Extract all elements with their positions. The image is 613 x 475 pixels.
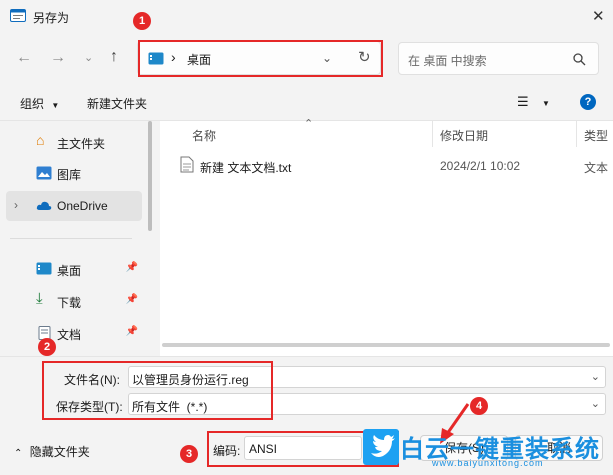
new-folder-button[interactable]: 新建文件夹	[87, 95, 147, 112]
annotation-box-address	[138, 40, 383, 77]
annotation-badge-1: 1	[133, 12, 151, 30]
desktop-icon	[36, 262, 52, 275]
pin-icon: 📌	[125, 294, 138, 305]
cloud-icon	[36, 201, 52, 210]
gallery-icon	[36, 166, 52, 180]
chevron-down-icon[interactable]: ⌄	[591, 397, 600, 410]
watermark-logo	[363, 429, 399, 465]
hide-folders-label: 隐藏文件夹	[29, 445, 90, 459]
sidebar-item-label: 桌面	[57, 264, 82, 278]
expand-chevron-icon[interactable]: ›	[14, 198, 18, 212]
sidebar-item-label: 图库	[57, 168, 82, 182]
sidebar-item-documents[interactable]: 文档 📌	[6, 318, 142, 348]
column-header-type[interactable]: 类型	[584, 127, 608, 144]
list-view-icon: ☰	[517, 94, 529, 109]
sidebar-item-label: 文档	[57, 328, 82, 342]
watermark-url: www.baiyunxitong.com	[432, 458, 544, 468]
hide-folders-toggle[interactable]: ⌃ 隐藏文件夹	[14, 443, 90, 460]
organize-label: 组织	[20, 97, 45, 111]
sidebar-item-label: 主文件夹	[57, 137, 106, 151]
sidebar-item-gallery[interactable]: 图库	[6, 158, 142, 188]
pin-icon: 📌	[125, 326, 138, 337]
bird-icon	[371, 435, 395, 457]
search-icon	[573, 53, 586, 66]
close-icon[interactable]: ✕	[592, 7, 605, 25]
column-divider	[432, 121, 433, 147]
sidebar-item-onedrive[interactable]: › OneDrive	[6, 191, 142, 221]
chevron-up-icon: ⌃	[14, 448, 23, 459]
search-box[interactable]: 在 桌面 中搜索	[398, 42, 599, 75]
forward-icon[interactable]: →	[50, 49, 66, 67]
sidebar-item-label: 下载	[57, 296, 82, 310]
home-icon: ⌂	[36, 132, 45, 148]
sidebar-item-label: OneDrive	[57, 199, 108, 213]
back-icon[interactable]: ←	[16, 49, 32, 67]
file-modified: 2024/2/1 10:02	[440, 159, 521, 173]
download-icon: ⤓	[36, 290, 43, 307]
file-type: 文本	[584, 161, 609, 175]
recent-locations-chevron-icon[interactable]: ⌄	[84, 51, 93, 64]
caret-down-icon: ▼	[542, 99, 550, 108]
window-title: 另存为	[33, 11, 70, 25]
file-list: ⌃ 名称 修改日期 类型 新建 文本文档.txt 2024/2/1 10:02 …	[160, 118, 613, 356]
annotation-box-form	[42, 361, 273, 420]
column-header-modified[interactable]: 修改日期	[440, 127, 488, 144]
sort-ascending-icon: ⌃	[304, 118, 314, 130]
sidebar-item-desktop[interactable]: 桌面 📌	[6, 254, 142, 284]
table-row[interactable]: 新建 文本文档.txt 2024/2/1 10:02 文本	[160, 153, 613, 177]
navigation-pane: ⌂ 主文件夹 图库 › OneDrive 桌面 📌 ⤓ 下载 📌 文档 📌	[0, 121, 160, 356]
caret-down-icon: ▼	[51, 101, 60, 110]
up-icon[interactable]: ↑	[110, 48, 118, 66]
search-input[interactable]: 在 桌面 中搜索	[408, 52, 487, 69]
text-file-icon	[180, 156, 194, 173]
sidebar-divider	[10, 238, 132, 239]
organize-menu[interactable]: 组织 ▼	[20, 95, 59, 112]
title-bar: 另存为 ✕	[0, 0, 613, 33]
chevron-down-icon[interactable]: ⌄	[591, 370, 600, 383]
view-options-menu[interactable]: ☰ ▼	[517, 94, 550, 110]
sidebar-item-home[interactable]: ⌂ 主文件夹	[6, 127, 142, 157]
notepad-app-icon	[10, 9, 26, 22]
help-icon[interactable]: ?	[580, 94, 596, 110]
sidebar-item-downloads[interactable]: ⤓ 下载 📌	[6, 286, 142, 316]
pin-icon: 📌	[125, 262, 138, 273]
file-name: 新建 文本文档.txt	[200, 161, 292, 175]
sidebar-scrollbar[interactable]	[148, 121, 152, 231]
annotation-badge-2: 2	[38, 338, 56, 356]
column-header-name[interactable]: 名称	[192, 127, 216, 144]
annotation-badge-3: 3	[180, 445, 198, 463]
column-divider	[576, 121, 577, 147]
file-list-horizontal-scrollbar[interactable]	[162, 343, 610, 347]
